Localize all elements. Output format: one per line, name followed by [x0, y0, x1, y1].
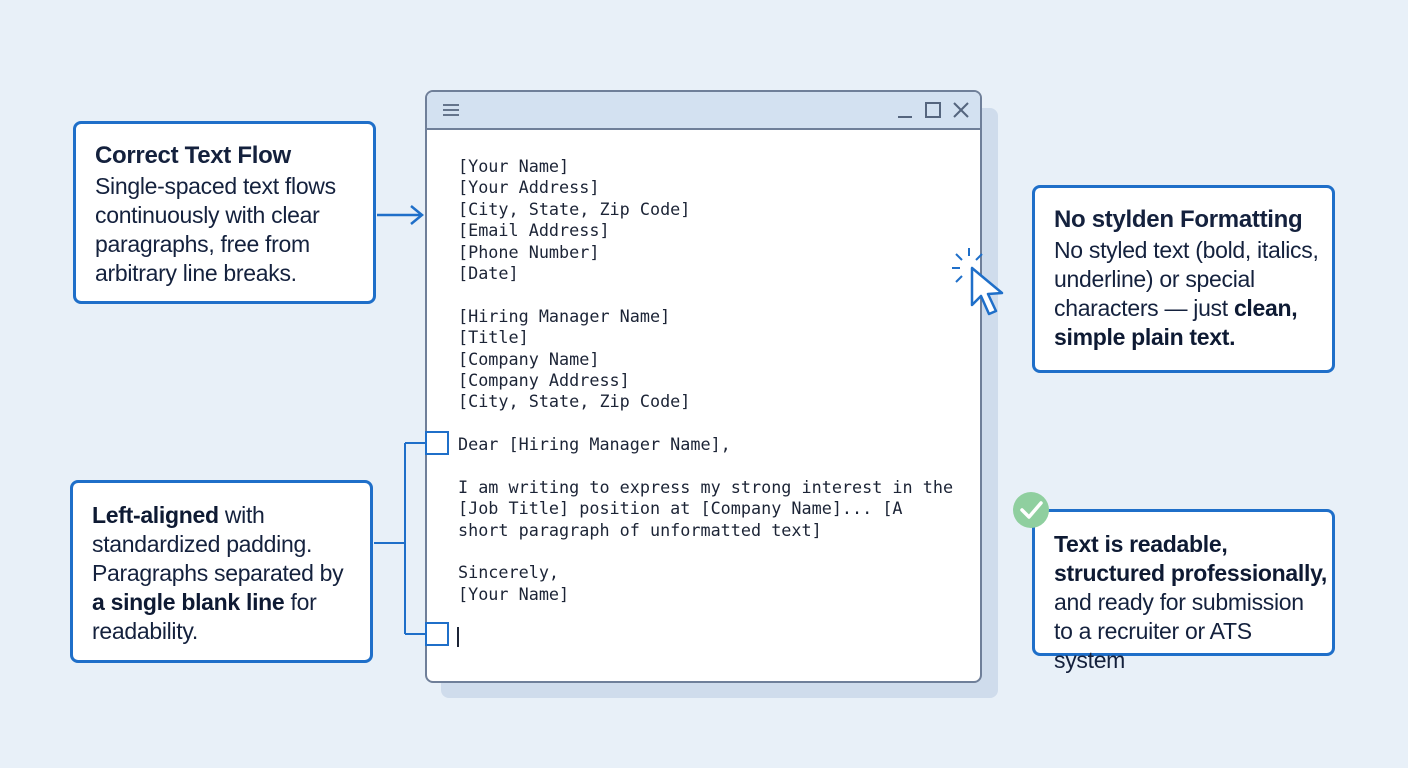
- bracket-connector-alignment: [374, 442, 426, 635]
- margin-marker-bottom: [425, 622, 449, 646]
- annotation-overlay: [374, 205, 1049, 646]
- margin-marker-top: [425, 431, 449, 455]
- arrow-connector-text-flow: [377, 205, 424, 225]
- pointer-click-icon: [952, 248, 1004, 316]
- check-icon: [1013, 492, 1049, 528]
